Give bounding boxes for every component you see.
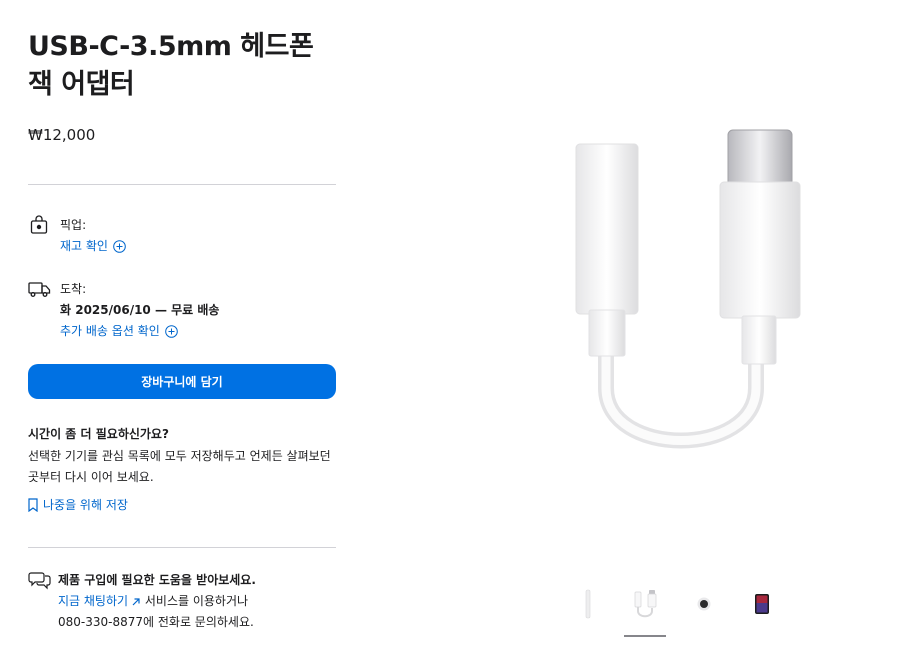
check-stock-link[interactable]: 재고 확인 <box>60 236 126 257</box>
selected-thumbnail-indicator <box>624 635 666 637</box>
thumbnail-4[interactable] <box>744 586 780 622</box>
delivery-section: 도착: 화 2025/06/10 — 무료 배송 추가 배송 옵션 확인 <box>28 279 336 342</box>
check-stock-label: 재고 확인 <box>60 239 108 253</box>
external-arrow-icon <box>132 597 140 605</box>
thumbnail-3[interactable] <box>686 586 722 622</box>
pickup-label: 픽업: <box>60 218 87 232</box>
product-image <box>575 129 801 449</box>
product-title: USB-C-3.5mm 헤드폰 잭 어댑터 <box>28 31 314 100</box>
delivery-date: 화 2025/06/10 — 무료 배송 <box>60 303 220 317</box>
chat-now-link[interactable]: 지금 채팅하기 <box>58 591 141 612</box>
thumbnail-strip <box>570 586 790 637</box>
save-for-later-link[interactable]: 나중을 위해 저장 <box>28 496 336 513</box>
delivery-options-label: 추가 배송 옵션 확인 <box>60 324 160 338</box>
product-info-panel: USB-C-3.5mm 헤드폰 잭 어댑터 ₩12,000 픽업: 재고 확인 <box>28 28 336 633</box>
delivery-truck-icon <box>28 282 51 297</box>
plus-circle-icon <box>113 240 126 253</box>
delivery-options-link[interactable]: 추가 배송 옵션 확인 <box>60 321 178 342</box>
divider <box>28 547 336 548</box>
save-for-later-label: 나중을 위해 저장 <box>43 498 128 512</box>
plus-circle-icon <box>164 325 178 338</box>
add-to-bag-button[interactable]: 장바구니에 담기 <box>28 364 336 399</box>
save-description: 선택한 기기를 관심 목록에 모두 저장해두고 언제든 살펴보던 곳부터 다시 … <box>28 449 331 484</box>
adapter-thumbnail-icon <box>634 590 657 618</box>
thumbnail-1[interactable] <box>570 586 606 622</box>
apple-store-bag-icon <box>30 215 48 234</box>
ipad-thumbnail-icon <box>755 594 769 614</box>
adapter-side-thumbnail-icon <box>585 589 591 619</box>
jack-port-thumbnail-icon <box>697 597 711 611</box>
help-phone-line: 080-330-8877에 전화로 문의하세요. <box>58 615 254 629</box>
product-price: ₩12,000 <box>28 126 96 144</box>
pickup-section: 픽업: 재고 확인 <box>28 215 336 257</box>
help-title: 제품 구입에 필요한 도움을 받아보세요. <box>58 573 256 587</box>
divider <box>28 184 336 185</box>
thumbnail-2-selected[interactable] <box>627 586 663 622</box>
chat-now-label: 지금 채팅하기 <box>58 594 129 608</box>
save-heading: 시간이 좀 더 필요하신가요? <box>28 427 169 441</box>
help-chat-line: 지금 채팅하기 서비스를 이용하거나 <box>58 591 256 612</box>
chat-bubbles-icon <box>28 572 51 590</box>
help-section: 제품 구입에 필요한 도움을 받아보세요. 지금 채팅하기 서비스를 이용하거나… <box>28 570 336 633</box>
bookmark-icon <box>28 497 38 512</box>
help-after-link-text: 서비스를 이용하거나 <box>141 594 249 608</box>
delivery-label: 도착: <box>60 282 87 296</box>
